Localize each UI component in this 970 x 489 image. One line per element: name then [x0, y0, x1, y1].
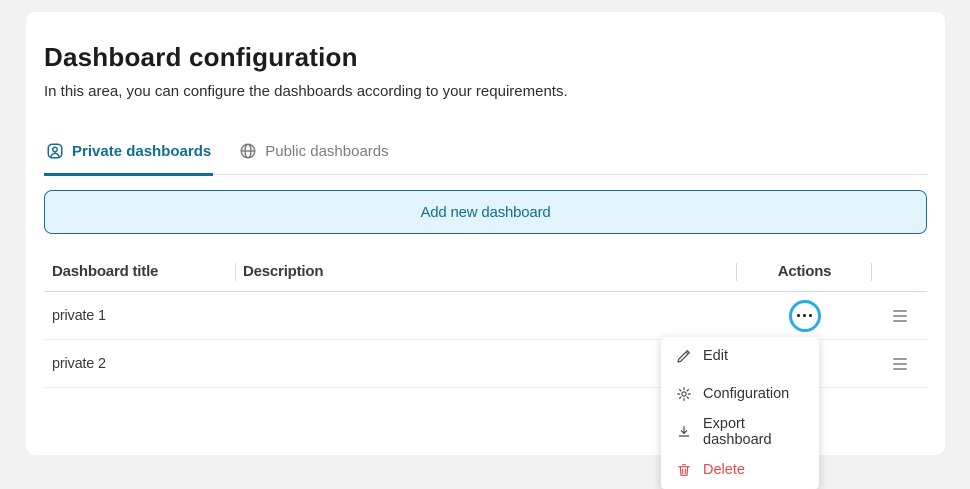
header-actions: Actions — [737, 252, 872, 291]
trash-icon — [676, 462, 692, 478]
dashboard-title-cell: private 2 — [52, 355, 106, 372]
download-icon — [676, 424, 692, 440]
tab-label: Public dashboards — [265, 142, 389, 160]
add-new-dashboard-button[interactable]: Add new dashboard — [44, 190, 927, 234]
menu-item-delete[interactable]: Delete — [661, 451, 819, 489]
drag-handle-icon[interactable] — [889, 306, 911, 326]
tab-private-dashboards[interactable]: Private dashboards — [44, 142, 214, 176]
page-title: Dashboard configuration — [44, 42, 358, 72]
header-description: Description — [236, 252, 737, 291]
user-badge-icon — [46, 142, 64, 160]
table-row: private 1 — [44, 292, 927, 340]
menu-item-label: Export dashboard — [703, 416, 772, 448]
page-background: { "page": { "title": "Dashboard configur… — [0, 0, 970, 489]
menu-item-edit[interactable]: Edit — [661, 337, 819, 375]
header-dashboard-title: Dashboard title — [44, 252, 236, 291]
drag-handle-icon[interactable] — [889, 354, 911, 374]
dashboard-title-cell: private 1 — [52, 307, 106, 324]
menu-item-label: Delete — [703, 462, 745, 478]
menu-item-label: Configuration — [703, 386, 790, 402]
globe-icon — [239, 142, 257, 160]
ellipsis-icon — [797, 314, 800, 317]
row-actions-button[interactable] — [788, 299, 821, 332]
page-subtitle: In this area, you can configure the dash… — [44, 83, 568, 100]
menu-item-label: Edit — [703, 348, 728, 364]
tab-public-dashboards[interactable]: Public dashboards — [237, 142, 390, 176]
gear-icon — [676, 386, 692, 402]
pencil-icon — [676, 348, 692, 364]
menu-item-export-dashboard[interactable]: Export dashboard — [661, 413, 819, 451]
menu-item-configuration[interactable]: Configuration — [661, 375, 819, 413]
actions-menu: Edit Configuration Export dashboard Dele… — [661, 337, 819, 489]
dashboard-tabs: Private dashboards Public dashboards — [44, 142, 927, 176]
tab-label: Private dashboards — [72, 142, 212, 160]
table-header-row: Dashboard title Description Actions — [44, 252, 927, 292]
